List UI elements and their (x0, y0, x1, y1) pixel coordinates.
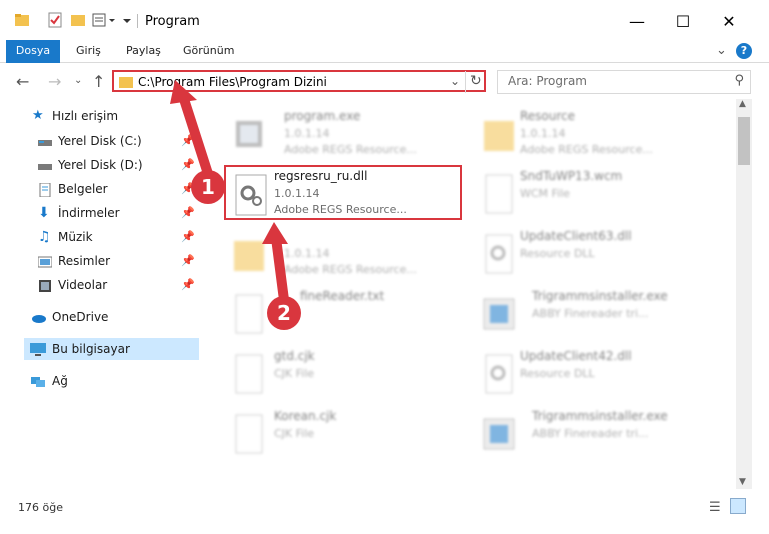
callout-2: 2 (267, 296, 301, 330)
arrow-head-2 (262, 222, 288, 244)
callout-1: 1 (191, 170, 225, 204)
arrow-head-1 (170, 80, 197, 104)
annotation-arrows (170, 80, 289, 305)
